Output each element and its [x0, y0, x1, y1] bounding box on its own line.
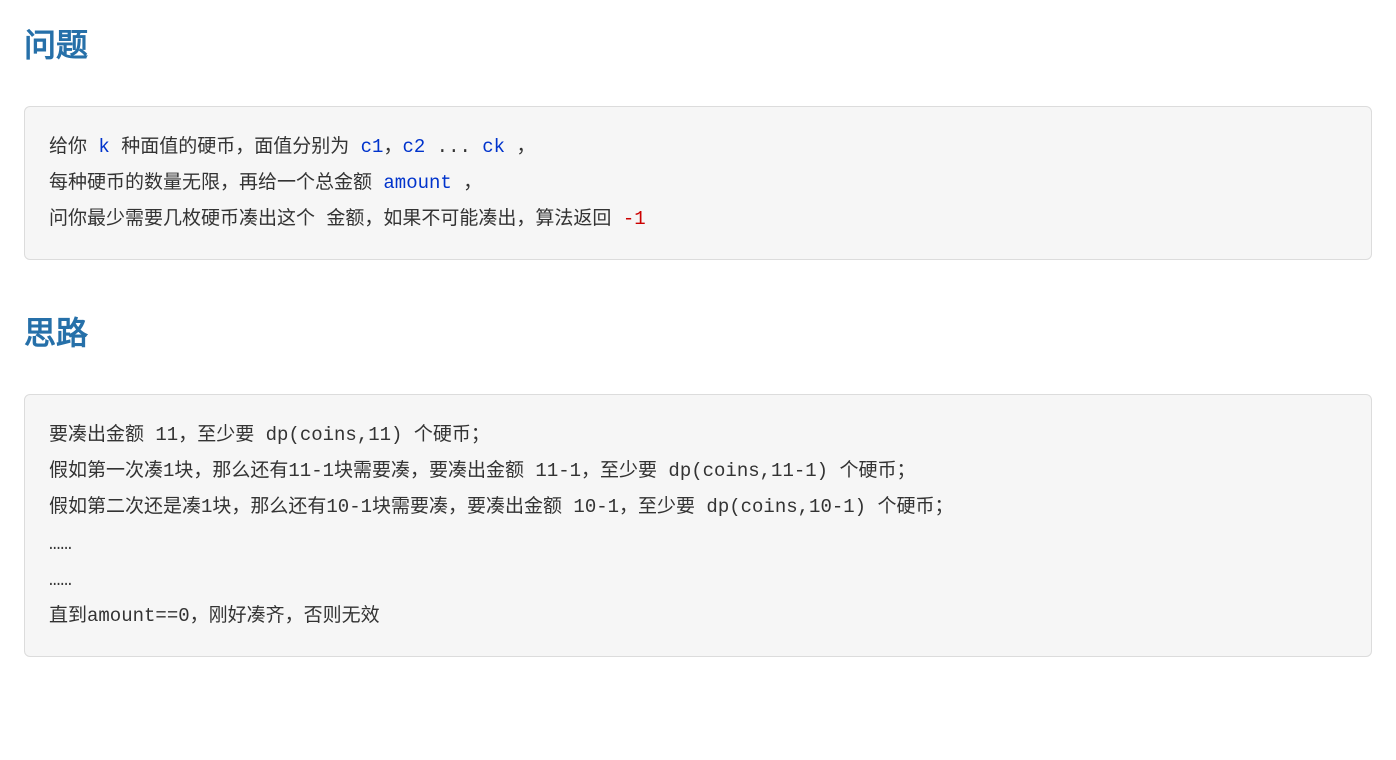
text: ， — [452, 172, 482, 194]
text: 给你 — [49, 136, 98, 158]
text: ... — [425, 136, 482, 158]
text: 假如第一次凑1块，那么还有11-1块需要凑，要凑出金额 11-1，至少要 dp(… — [49, 460, 915, 482]
text: 问你最少需要几枚硬币凑出这个 金额，如果不可能凑出，算法返回 — [49, 208, 623, 230]
problem-code-block: 给你 k 种面值的硬币，面值分别为 c1，c2 ... ck ， 每种硬币的数量… — [24, 106, 1372, 260]
text: …… — [49, 569, 72, 591]
code-token-amount: amount — [383, 172, 451, 194]
text: 要凑出金额 11，至少要 dp(coins,11) 个硬币； — [49, 424, 490, 446]
code-token-k: k — [98, 136, 109, 158]
code-token-c2: c2 — [402, 136, 425, 158]
text: 每种硬币的数量无限，再给一个总金额 — [49, 172, 383, 194]
code-token-ck: ck — [482, 136, 505, 158]
section-heading-problem: 问题 — [24, 20, 1372, 66]
text: ， — [383, 136, 402, 158]
text: 种面值的硬币，面值分别为 — [110, 136, 361, 158]
text: ， — [505, 136, 535, 158]
thought-code-block: 要凑出金额 11，至少要 dp(coins,11) 个硬币； 假如第一次凑1块，… — [24, 394, 1372, 657]
text: 直到amount==0，刚好凑齐，否则无效 — [49, 605, 380, 627]
code-token-c1: c1 — [361, 136, 384, 158]
text: …… — [49, 533, 72, 555]
text: 假如第二次还是凑1块，那么还有10-1块需要凑，要凑出金额 10-1，至少要 d… — [49, 496, 953, 518]
section-heading-thought: 思路 — [24, 308, 1372, 354]
code-token-minus1: -1 — [623, 208, 646, 230]
